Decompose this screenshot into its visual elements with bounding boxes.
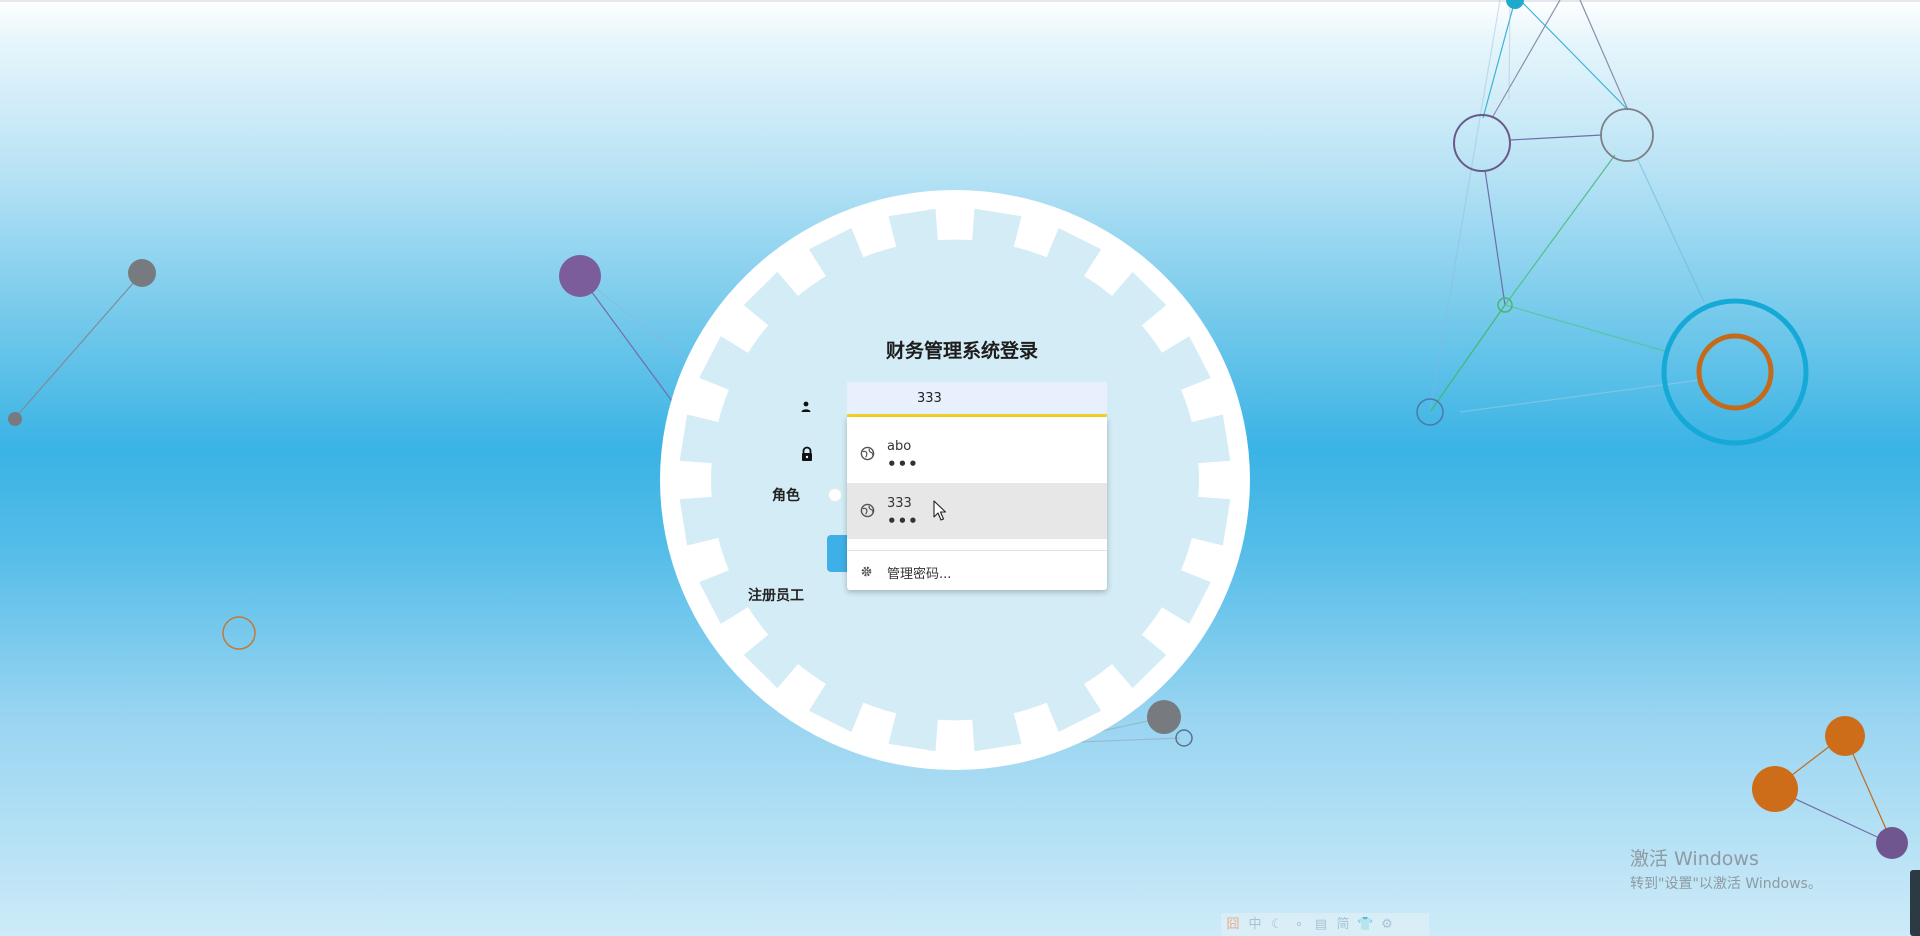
activation-subtitle: 转到"设置"以激活 Windows。 xyxy=(1630,876,1822,892)
bg-node xyxy=(8,412,22,426)
bg-node xyxy=(1600,108,1654,162)
autofill-username: abo xyxy=(887,439,912,454)
gear-icon xyxy=(861,566,872,577)
bg-line xyxy=(1504,154,1616,306)
bg-node xyxy=(1506,0,1524,9)
bg-line xyxy=(1484,169,1506,306)
ime-skin-icon[interactable]: 👕 xyxy=(1357,917,1373,933)
role-radio[interactable] xyxy=(828,488,842,502)
ime-language-toggle[interactable]: 中 xyxy=(1247,917,1263,933)
bg-line xyxy=(1579,0,1629,111)
autofill-password-mask: ••• xyxy=(887,455,919,473)
autofill-password-mask: ••• xyxy=(887,512,919,530)
ime-settings-icon[interactable]: ⚙ xyxy=(1379,917,1395,933)
bg-line xyxy=(1519,0,1629,111)
bg-node xyxy=(1752,766,1798,812)
ime-moon-icon[interactable]: ☾ xyxy=(1269,917,1285,933)
bg-line xyxy=(1504,304,1669,353)
login-button[interactable] xyxy=(827,535,847,572)
ime-keyboard-icon[interactable]: ▤ xyxy=(1313,917,1329,933)
bg-line xyxy=(14,272,143,419)
autofill-username: 333 xyxy=(887,496,912,511)
bg-node xyxy=(1661,298,1809,446)
activation-title: 激活 Windows xyxy=(1630,848,1759,870)
autofill-item[interactable]: 333 ••• xyxy=(847,483,1107,539)
bg-line xyxy=(1509,134,1603,141)
manage-passwords-label: 管理密码... xyxy=(887,567,952,582)
role-label: 角色 xyxy=(772,488,800,504)
register-employee-link[interactable]: 注册员工 xyxy=(748,585,804,605)
autofill-dropdown: abo ••• 333 ••• 管理密码... xyxy=(847,417,1107,590)
bg-node xyxy=(1696,333,1774,411)
side-scroll-tab[interactable] xyxy=(1910,870,1920,936)
bg-line xyxy=(1429,304,1506,413)
bg-node xyxy=(1453,114,1511,172)
page-title: 财务管理系统登录 xyxy=(885,340,1038,362)
username-input[interactable] xyxy=(847,382,1107,417)
bg-line xyxy=(1491,0,1561,119)
windows-activation-watermark: 激活 Windows 转到"设置"以激活 Windows。 xyxy=(1630,844,1822,893)
bg-node xyxy=(1825,716,1865,756)
globe-icon xyxy=(860,503,875,518)
ime-toolbar: 囧 中 ☾ ∘ ▤ 简 👕 ⚙ xyxy=(1221,913,1429,936)
bg-line xyxy=(1637,159,1705,303)
manage-passwords-item[interactable]: 管理密码... xyxy=(847,551,1107,590)
ime-simplified-toggle[interactable]: 简 xyxy=(1335,917,1351,933)
bg-node xyxy=(222,616,256,650)
lock-icon xyxy=(802,446,812,461)
bg-line xyxy=(1508,0,1511,101)
ime-logo-icon[interactable]: 囧 xyxy=(1225,917,1241,933)
bg-line xyxy=(1429,0,1501,413)
bg-node xyxy=(128,259,156,287)
mouse-cursor-icon xyxy=(933,500,947,521)
ime-punct-icon[interactable]: ∘ xyxy=(1291,917,1307,933)
bg-node xyxy=(559,255,601,297)
bg-node xyxy=(1876,827,1908,859)
globe-icon xyxy=(860,446,875,461)
autofill-item[interactable]: abo ••• xyxy=(847,426,1107,482)
user-icon xyxy=(801,401,811,412)
